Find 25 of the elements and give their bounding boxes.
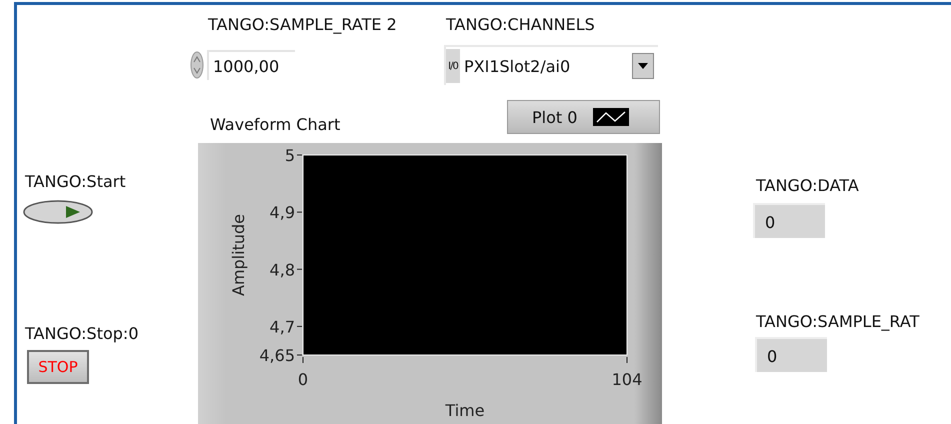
numeric-field[interactable]: 1000,00 [207,50,295,80]
io-glyph: I/0 [446,49,460,83]
control-label: TANGO:CHANNELS [446,14,595,36]
y-tick-label: 5 [284,146,295,165]
y-tick-label: 4,8 [270,260,295,280]
increment-decrement-icon[interactable] [190,51,204,79]
x-tick-label: 104 [612,370,642,389]
dropdown-value: PXI1Slot2/ai0 [464,56,572,76]
y-tick-label: 4,7 [270,317,295,336]
channel-dropdown[interactable]: I/0 PXI1Slot2/ai0 [444,45,658,85]
chart-title: Waveform Chart [210,114,340,136]
indicator-label: TANGO:DATA [756,175,859,197]
y-tick-label: 4,9 [270,203,295,222]
x-axis-title: Time [445,401,485,420]
control-label: TANGO:Start [25,171,126,193]
control-label: TANGO:Stop:0 [25,323,138,345]
plot-legend[interactable]: Plot 0 [507,100,660,134]
numeric-indicator: 0 [753,203,825,238]
control-label: TANGO:SAMPLE_RATE 2 [208,14,397,36]
plot-name: Plot 0 [532,108,578,126]
indicator-label: TANGO:SAMPLE_RAT [756,311,920,333]
x-tick-label: 0 [298,370,308,389]
y-axis-title: Amplitude [229,214,248,296]
numeric-indicator: 0 [755,337,827,372]
y-tick-label: 4,65 [259,346,295,365]
